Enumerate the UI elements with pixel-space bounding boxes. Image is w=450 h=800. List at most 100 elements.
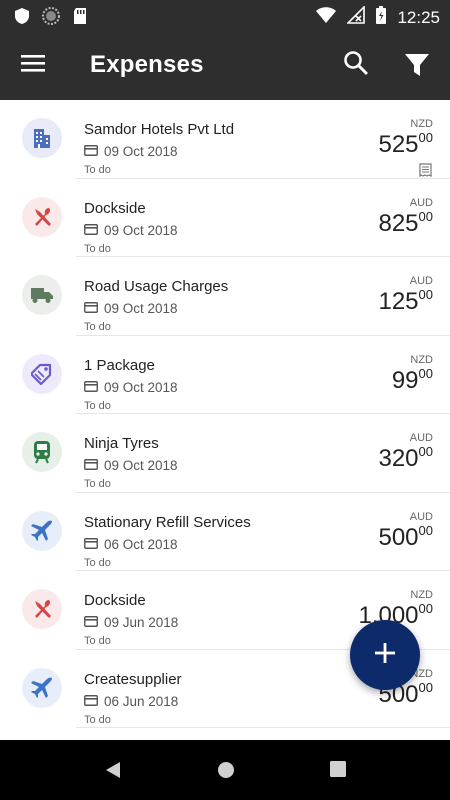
expense-date: 09 Oct 2018 <box>84 144 178 159</box>
date-text: 09 Oct 2018 <box>104 458 178 473</box>
date-text: 09 Oct 2018 <box>104 222 178 238</box>
merchant-name: 1 Package <box>84 356 155 374</box>
clock-time: 12:25 <box>397 7 440 27</box>
credit-card-icon <box>84 615 98 630</box>
sync-icon <box>42 7 60 30</box>
credit-card-icon <box>84 144 98 159</box>
merchant-name: Dockside <box>84 592 146 609</box>
status-text: To do <box>84 478 111 490</box>
amount-cents: 00 <box>418 601 433 616</box>
amount-whole: 825 <box>378 209 419 237</box>
recents-icon[interactable] <box>329 760 347 783</box>
merchant-name: Road Usage Charges <box>84 278 229 295</box>
amount-cents: 00 <box>418 365 433 381</box>
page-title: Expenses <box>90 51 204 78</box>
train-icon <box>22 432 62 472</box>
restaurant-icon <box>22 589 62 629</box>
merchant-name: Dockside <box>84 199 146 217</box>
app-bar: Expenses <box>0 32 450 100</box>
shield-icon <box>14 7 30 30</box>
currency-code: AUD <box>409 510 433 523</box>
expense-amount: 9900 <box>392 366 433 395</box>
amount-whole: 125 <box>378 288 419 315</box>
row-divider <box>76 727 450 728</box>
expense-date: 09 Jun 2018 <box>84 615 178 630</box>
credit-card-icon <box>84 458 98 473</box>
airplane-icon <box>22 667 62 708</box>
credit-card-icon <box>84 223 98 238</box>
currency-code: NZD <box>410 353 433 366</box>
battery-icon <box>375 5 387 30</box>
restaurant-icon <box>22 196 62 237</box>
expense-amount: 52500 <box>378 130 433 159</box>
expense-row[interactable]: Stationary Refill Services 06 Oct 2018 T… <box>0 493 450 571</box>
filter-icon[interactable] <box>404 52 436 82</box>
no-sim-icon <box>346 5 366 29</box>
amount-whole: 525 <box>378 131 419 158</box>
date-text: 09 Jun 2018 <box>104 615 179 630</box>
hotel-icon <box>22 118 62 158</box>
expense-amount: 82500 <box>378 209 433 238</box>
expense-amount: 50000 <box>378 523 433 552</box>
status-text: To do <box>84 242 111 255</box>
tag-icon <box>22 353 62 394</box>
status-text: To do <box>84 556 111 569</box>
add-icon <box>373 641 397 670</box>
expense-date: 09 Oct 2018 <box>84 223 178 238</box>
system-nav-bar <box>0 740 450 800</box>
amount-cents: 00 <box>418 208 433 224</box>
status-text: To do <box>84 321 111 333</box>
add-expense-button[interactable] <box>350 620 420 690</box>
wifi-icon <box>315 6 337 29</box>
credit-card-icon <box>84 301 98 316</box>
expense-amount: 12500 <box>378 287 433 316</box>
amount-cents: 00 <box>418 130 433 145</box>
amount-whole: 99 <box>391 366 419 394</box>
currency-code: NZD <box>410 589 433 601</box>
amount-whole: 500 <box>378 523 419 551</box>
credit-card-icon <box>84 380 98 395</box>
home-icon[interactable] <box>216 760 236 785</box>
date-text: 09 Oct 2018 <box>104 301 178 316</box>
date-text: 09 Oct 2018 <box>104 144 178 159</box>
date-text: 06 Oct 2018 <box>104 536 178 552</box>
menu-icon[interactable] <box>20 52 50 80</box>
expense-row[interactable]: Road Usage Charges 09 Oct 2018 To do AUD… <box>0 257 450 336</box>
date-text: 09 Oct 2018 <box>104 379 178 395</box>
credit-card-icon <box>84 537 98 552</box>
expense-row[interactable]: 1 Package 09 Oct 2018 To do NZD 9900 <box>0 336 450 414</box>
currency-code: NZD <box>410 118 433 130</box>
expense-row[interactable]: Samdor Hotels Pvt Ltd 09 Oct 2018 To do … <box>0 100 450 179</box>
status-text: To do <box>84 635 111 647</box>
expense-row[interactable]: Ninja Tyres 09 Oct 2018 To do AUD 32000 <box>0 414 450 493</box>
search-icon[interactable] <box>343 50 375 82</box>
date-text: 06 Jun 2018 <box>104 693 179 709</box>
currency-code: AUD <box>409 275 433 287</box>
truck-icon <box>22 275 62 315</box>
merchant-name: Stationary Refill Services <box>84 513 251 531</box>
credit-card-icon <box>84 694 98 709</box>
merchant-name: Createsupplier <box>84 670 182 688</box>
status-bar: 12:25 <box>0 0 450 32</box>
expense-date: 06 Oct 2018 <box>84 537 178 552</box>
expense-row[interactable]: Dockside 09 Oct 2018 To do AUD 82500 <box>0 179 450 257</box>
airplane-icon <box>22 510 62 551</box>
expense-amount: 32000 <box>378 444 433 473</box>
amount-cents: 00 <box>418 444 433 459</box>
currency-code: AUD <box>409 196 433 209</box>
expense-date: 09 Oct 2018 <box>84 301 178 316</box>
merchant-name: Samdor Hotels Pvt Ltd <box>84 121 235 138</box>
status-text: To do <box>84 713 111 726</box>
currency-code: AUD <box>409 432 433 444</box>
status-text: To do <box>84 164 111 176</box>
amount-whole: 320 <box>378 445 419 472</box>
amount-cents: 00 <box>418 287 433 302</box>
sd-card-icon <box>72 7 88 30</box>
expense-date: 09 Oct 2018 <box>84 380 178 395</box>
back-icon[interactable] <box>104 760 122 785</box>
amount-cents: 00 <box>418 522 433 538</box>
amount-cents: 00 <box>418 679 433 695</box>
expense-date: 09 Oct 2018 <box>84 458 178 473</box>
merchant-name: Ninja Tyres <box>84 435 159 452</box>
status-text: To do <box>84 399 111 412</box>
